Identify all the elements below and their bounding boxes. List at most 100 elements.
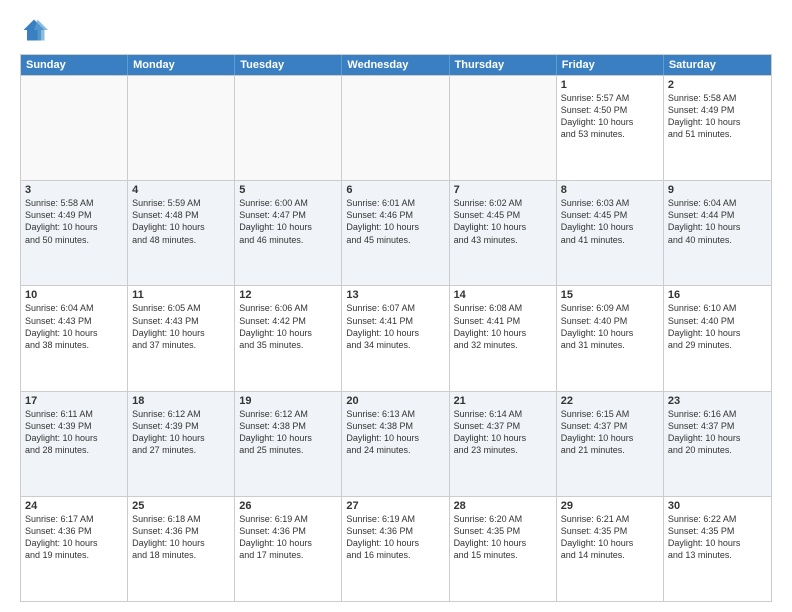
- day-info: Sunrise: 5:59 AM Sunset: 4:48 PM Dayligh…: [132, 197, 230, 246]
- day-info: Sunrise: 6:16 AM Sunset: 4:37 PM Dayligh…: [668, 408, 767, 457]
- calendar-header-cell: Wednesday: [342, 55, 449, 75]
- day-info: Sunrise: 6:07 AM Sunset: 4:41 PM Dayligh…: [346, 302, 444, 351]
- day-info: Sunrise: 6:03 AM Sunset: 4:45 PM Dayligh…: [561, 197, 659, 246]
- calendar-cell: [128, 76, 235, 180]
- calendar: SundayMondayTuesdayWednesdayThursdayFrid…: [20, 54, 772, 602]
- calendar-week: 10Sunrise: 6:04 AM Sunset: 4:43 PM Dayli…: [21, 285, 771, 390]
- day-number: 4: [132, 184, 230, 196]
- day-info: Sunrise: 6:19 AM Sunset: 4:36 PM Dayligh…: [346, 513, 444, 562]
- calendar-cell: 26Sunrise: 6:19 AM Sunset: 4:36 PM Dayli…: [235, 497, 342, 601]
- calendar-cell: 13Sunrise: 6:07 AM Sunset: 4:41 PM Dayli…: [342, 286, 449, 390]
- calendar-cell: [21, 76, 128, 180]
- calendar-cell: 6Sunrise: 6:01 AM Sunset: 4:46 PM Daylig…: [342, 181, 449, 285]
- calendar-header-cell: Sunday: [21, 55, 128, 75]
- day-number: 1: [561, 79, 659, 91]
- calendar-cell: 9Sunrise: 6:04 AM Sunset: 4:44 PM Daylig…: [664, 181, 771, 285]
- calendar-cell: 28Sunrise: 6:20 AM Sunset: 4:35 PM Dayli…: [450, 497, 557, 601]
- calendar-cell: 24Sunrise: 6:17 AM Sunset: 4:36 PM Dayli…: [21, 497, 128, 601]
- calendar-cell: 30Sunrise: 6:22 AM Sunset: 4:35 PM Dayli…: [664, 497, 771, 601]
- day-number: 28: [454, 500, 552, 512]
- calendar-cell: 4Sunrise: 5:59 AM Sunset: 4:48 PM Daylig…: [128, 181, 235, 285]
- day-number: 7: [454, 184, 552, 196]
- day-info: Sunrise: 5:58 AM Sunset: 4:49 PM Dayligh…: [668, 92, 767, 141]
- day-info: Sunrise: 6:14 AM Sunset: 4:37 PM Dayligh…: [454, 408, 552, 457]
- day-info: Sunrise: 6:20 AM Sunset: 4:35 PM Dayligh…: [454, 513, 552, 562]
- day-number: 25: [132, 500, 230, 512]
- calendar-cell: [450, 76, 557, 180]
- calendar-header-cell: Friday: [557, 55, 664, 75]
- calendar-week: 17Sunrise: 6:11 AM Sunset: 4:39 PM Dayli…: [21, 391, 771, 496]
- day-number: 8: [561, 184, 659, 196]
- calendar-cell: 1Sunrise: 5:57 AM Sunset: 4:50 PM Daylig…: [557, 76, 664, 180]
- calendar-cell: 2Sunrise: 5:58 AM Sunset: 4:49 PM Daylig…: [664, 76, 771, 180]
- day-number: 30: [668, 500, 767, 512]
- day-number: 23: [668, 395, 767, 407]
- day-number: 5: [239, 184, 337, 196]
- day-info: Sunrise: 6:18 AM Sunset: 4:36 PM Dayligh…: [132, 513, 230, 562]
- calendar-week: 1Sunrise: 5:57 AM Sunset: 4:50 PM Daylig…: [21, 75, 771, 180]
- calendar-cell: 10Sunrise: 6:04 AM Sunset: 4:43 PM Dayli…: [21, 286, 128, 390]
- day-info: Sunrise: 6:09 AM Sunset: 4:40 PM Dayligh…: [561, 302, 659, 351]
- day-info: Sunrise: 6:22 AM Sunset: 4:35 PM Dayligh…: [668, 513, 767, 562]
- day-number: 11: [132, 289, 230, 301]
- day-number: 26: [239, 500, 337, 512]
- day-info: Sunrise: 5:58 AM Sunset: 4:49 PM Dayligh…: [25, 197, 123, 246]
- calendar-cell: 27Sunrise: 6:19 AM Sunset: 4:36 PM Dayli…: [342, 497, 449, 601]
- day-number: 19: [239, 395, 337, 407]
- day-info: Sunrise: 6:12 AM Sunset: 4:39 PM Dayligh…: [132, 408, 230, 457]
- day-number: 13: [346, 289, 444, 301]
- page: SundayMondayTuesdayWednesdayThursdayFrid…: [0, 0, 792, 612]
- calendar-header-cell: Monday: [128, 55, 235, 75]
- calendar-cell: [235, 76, 342, 180]
- day-info: Sunrise: 6:01 AM Sunset: 4:46 PM Dayligh…: [346, 197, 444, 246]
- calendar-header-cell: Thursday: [450, 55, 557, 75]
- calendar-cell: 22Sunrise: 6:15 AM Sunset: 4:37 PM Dayli…: [557, 392, 664, 496]
- calendar-header-cell: Tuesday: [235, 55, 342, 75]
- day-number: 14: [454, 289, 552, 301]
- calendar-week: 3Sunrise: 5:58 AM Sunset: 4:49 PM Daylig…: [21, 180, 771, 285]
- day-number: 16: [668, 289, 767, 301]
- calendar-cell: 21Sunrise: 6:14 AM Sunset: 4:37 PM Dayli…: [450, 392, 557, 496]
- day-info: Sunrise: 6:04 AM Sunset: 4:43 PM Dayligh…: [25, 302, 123, 351]
- header: [20, 16, 772, 44]
- calendar-cell: 5Sunrise: 6:00 AM Sunset: 4:47 PM Daylig…: [235, 181, 342, 285]
- calendar-cell: 20Sunrise: 6:13 AM Sunset: 4:38 PM Dayli…: [342, 392, 449, 496]
- calendar-cell: 29Sunrise: 6:21 AM Sunset: 4:35 PM Dayli…: [557, 497, 664, 601]
- calendar-cell: 8Sunrise: 6:03 AM Sunset: 4:45 PM Daylig…: [557, 181, 664, 285]
- calendar-cell: [342, 76, 449, 180]
- calendar-cell: 15Sunrise: 6:09 AM Sunset: 4:40 PM Dayli…: [557, 286, 664, 390]
- day-number: 22: [561, 395, 659, 407]
- calendar-body: 1Sunrise: 5:57 AM Sunset: 4:50 PM Daylig…: [21, 75, 771, 601]
- calendar-cell: 7Sunrise: 6:02 AM Sunset: 4:45 PM Daylig…: [450, 181, 557, 285]
- logo-icon: [20, 16, 48, 44]
- calendar-cell: 14Sunrise: 6:08 AM Sunset: 4:41 PM Dayli…: [450, 286, 557, 390]
- day-number: 12: [239, 289, 337, 301]
- calendar-cell: 25Sunrise: 6:18 AM Sunset: 4:36 PM Dayli…: [128, 497, 235, 601]
- calendar-week: 24Sunrise: 6:17 AM Sunset: 4:36 PM Dayli…: [21, 496, 771, 601]
- day-info: Sunrise: 6:21 AM Sunset: 4:35 PM Dayligh…: [561, 513, 659, 562]
- day-info: Sunrise: 6:19 AM Sunset: 4:36 PM Dayligh…: [239, 513, 337, 562]
- day-number: 21: [454, 395, 552, 407]
- logo: [20, 16, 52, 44]
- day-number: 15: [561, 289, 659, 301]
- day-number: 17: [25, 395, 123, 407]
- calendar-cell: 17Sunrise: 6:11 AM Sunset: 4:39 PM Dayli…: [21, 392, 128, 496]
- day-number: 24: [25, 500, 123, 512]
- day-info: Sunrise: 6:13 AM Sunset: 4:38 PM Dayligh…: [346, 408, 444, 457]
- day-info: Sunrise: 6:08 AM Sunset: 4:41 PM Dayligh…: [454, 302, 552, 351]
- day-number: 10: [25, 289, 123, 301]
- day-number: 6: [346, 184, 444, 196]
- day-number: 18: [132, 395, 230, 407]
- day-number: 27: [346, 500, 444, 512]
- day-number: 2: [668, 79, 767, 91]
- day-number: 29: [561, 500, 659, 512]
- calendar-cell: 12Sunrise: 6:06 AM Sunset: 4:42 PM Dayli…: [235, 286, 342, 390]
- calendar-header-cell: Saturday: [664, 55, 771, 75]
- day-info: Sunrise: 6:00 AM Sunset: 4:47 PM Dayligh…: [239, 197, 337, 246]
- calendar-cell: 19Sunrise: 6:12 AM Sunset: 4:38 PM Dayli…: [235, 392, 342, 496]
- day-number: 20: [346, 395, 444, 407]
- calendar-cell: 11Sunrise: 6:05 AM Sunset: 4:43 PM Dayli…: [128, 286, 235, 390]
- day-info: Sunrise: 6:11 AM Sunset: 4:39 PM Dayligh…: [25, 408, 123, 457]
- day-info: Sunrise: 6:05 AM Sunset: 4:43 PM Dayligh…: [132, 302, 230, 351]
- calendar-cell: 3Sunrise: 5:58 AM Sunset: 4:49 PM Daylig…: [21, 181, 128, 285]
